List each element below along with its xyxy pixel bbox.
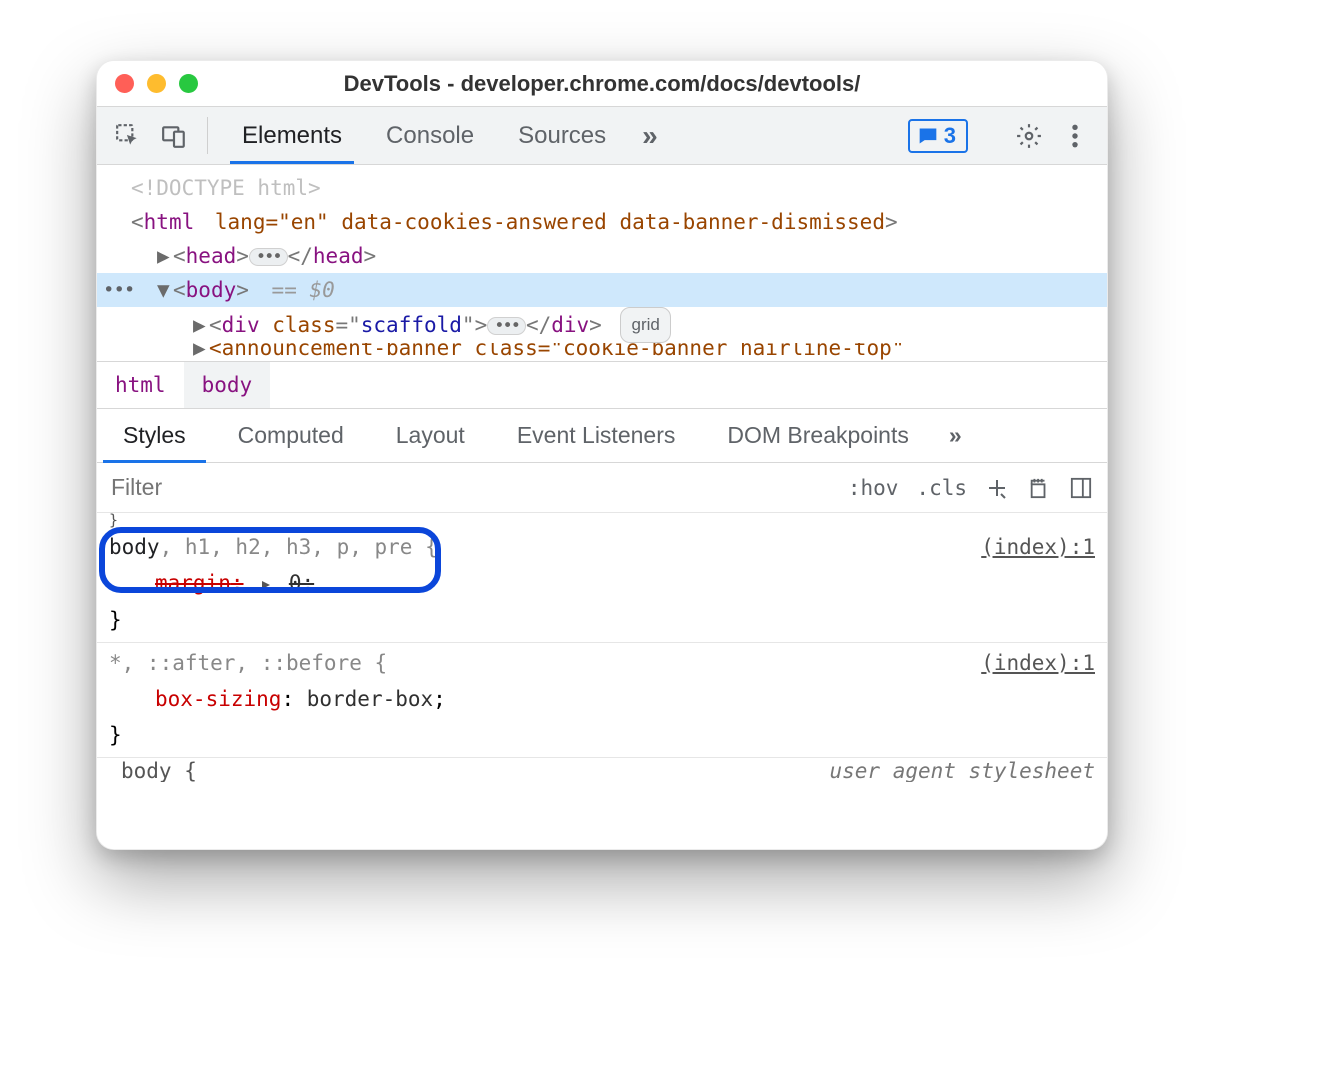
- hov-toggle[interactable]: :hov: [848, 476, 899, 500]
- issues-badge[interactable]: 3: [908, 119, 968, 153]
- styles-subtabs: Styles Computed Layout Event Listeners D…: [97, 409, 1107, 463]
- tab-console[interactable]: Console: [364, 107, 496, 164]
- ua-rule-peek[interactable]: body {: [109, 759, 197, 782]
- subtab-dom-breakpoints[interactable]: DOM Breakpoints: [701, 409, 935, 462]
- css-rule-universal[interactable]: (index):1 *, ::after, ::before { box-siz…: [97, 643, 1107, 758]
- div-scaffold-node[interactable]: ▶<div class="scaffold">•••</div> grid: [97, 307, 1107, 343]
- title-bar: DevTools - developer.chrome.com/docs/dev…: [97, 61, 1107, 107]
- user-agent-label: user agent stylesheet: [829, 758, 1095, 782]
- filter-actions: :hov .cls: [848, 476, 1107, 500]
- window-title: DevTools - developer.chrome.com/docs/dev…: [97, 71, 1107, 97]
- main-toolbar: Elements Console Sources » 3: [97, 107, 1107, 165]
- head-element-node[interactable]: ▶<head>•••</head>: [97, 239, 1107, 273]
- breadcrumb-bar: html body: [97, 361, 1107, 409]
- dom-tree[interactable]: <!DOCTYPE html> <html lang="en" data-coo…: [97, 165, 1107, 361]
- close-window-button[interactable]: [115, 74, 134, 93]
- subtabs-overflow-button[interactable]: »: [935, 409, 976, 462]
- css-declaration-box-sizing[interactable]: box-sizing: border-box;: [109, 681, 1095, 717]
- doctype-node[interactable]: <!DOCTYPE html>: [97, 171, 1107, 205]
- inspect-element-icon[interactable]: [107, 107, 149, 164]
- closing-brace: }: [109, 717, 1095, 753]
- body-element-node[interactable]: ••• ▼<body> == $0: [97, 273, 1107, 307]
- copy-styles-icon[interactable]: [1027, 476, 1051, 500]
- separator: [207, 117, 208, 154]
- grid-badge[interactable]: grid: [620, 307, 670, 343]
- gutter-actions-icon[interactable]: •••: [103, 273, 134, 307]
- devtools-window: DevTools - developer.chrome.com/docs/dev…: [96, 60, 1108, 850]
- subtab-computed[interactable]: Computed: [212, 409, 370, 462]
- rule-source-link[interactable]: (index):1: [981, 529, 1095, 565]
- tabs-overflow-button[interactable]: »: [628, 107, 672, 164]
- css-declaration-margin[interactable]: margin: 0;: [109, 565, 1095, 602]
- subtab-layout[interactable]: Layout: [370, 409, 491, 462]
- crumb-html[interactable]: html: [97, 362, 184, 408]
- minimize-window-button[interactable]: [147, 74, 166, 93]
- ellipsis-icon[interactable]: •••: [249, 248, 288, 266]
- crumb-body[interactable]: body: [184, 362, 271, 408]
- closing-brace: }: [109, 602, 1095, 638]
- styles-pane[interactable]: } (index):1 body, h1, h2, h3, p, pre { m…: [97, 513, 1107, 849]
- partial-node[interactable]: ▶<announcement-banner class="cookie-bann…: [97, 343, 1107, 361]
- selector-line[interactable]: body, h1, h2, h3, p, pre {: [109, 529, 1095, 565]
- subtab-event-listeners[interactable]: Event Listeners: [491, 409, 702, 462]
- computed-toggle-icon[interactable]: [1069, 476, 1093, 500]
- new-style-rule-icon[interactable]: [985, 476, 1009, 500]
- selected-marker: == $0: [272, 278, 335, 302]
- styles-filter-input[interactable]: [97, 474, 848, 501]
- more-options-icon[interactable]: [1059, 123, 1091, 149]
- settings-gear-icon[interactable]: [1013, 123, 1045, 149]
- zoom-window-button[interactable]: [179, 74, 198, 93]
- window-controls: [115, 74, 198, 93]
- issues-count: 3: [944, 123, 956, 149]
- subtab-styles[interactable]: Styles: [97, 409, 212, 462]
- selector-line[interactable]: *, ::after, ::before {: [109, 645, 1095, 681]
- tab-sources[interactable]: Sources: [496, 107, 628, 164]
- css-rule-body-group[interactable]: (index):1 body, h1, h2, h3, p, pre { mar…: [97, 527, 1107, 643]
- html-element-node[interactable]: <html lang="en" data-cookies-answered da…: [97, 205, 1107, 239]
- closing-brace: }: [97, 513, 1107, 527]
- ellipsis-icon[interactable]: •••: [487, 317, 526, 335]
- toolbar-right: 3: [908, 107, 1097, 164]
- device-toggle-icon[interactable]: [153, 107, 195, 164]
- tab-elements[interactable]: Elements: [220, 107, 364, 164]
- styles-filter-bar: :hov .cls: [97, 463, 1107, 513]
- rule-source-link[interactable]: (index):1: [981, 645, 1095, 681]
- cls-toggle[interactable]: .cls: [916, 476, 967, 500]
- panel-tabs: Elements Console Sources »: [220, 107, 672, 164]
